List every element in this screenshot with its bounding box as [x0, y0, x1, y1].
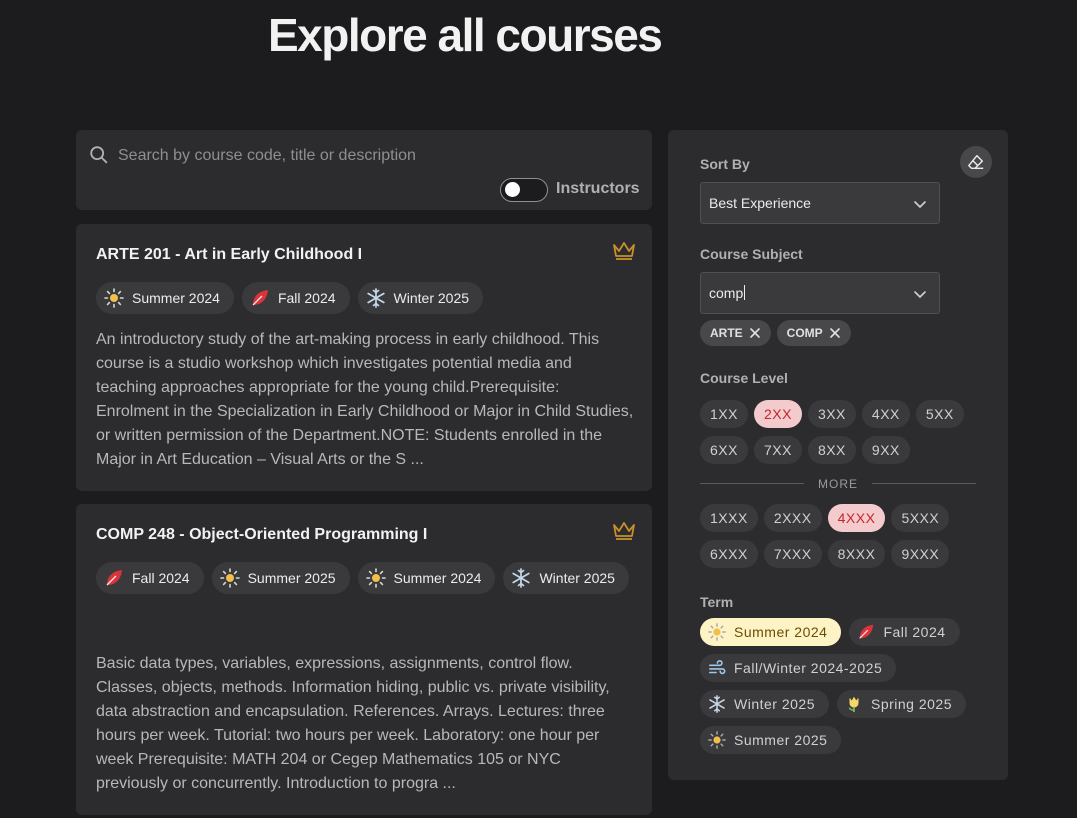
- clear-filters-button[interactable]: [960, 146, 992, 178]
- leaf-icon: [859, 624, 874, 639]
- course-subject-input[interactable]: comp: [709, 285, 746, 301]
- term-chip-label: Summer 2025: [247, 570, 336, 586]
- instructors-toggle[interactable]: [500, 178, 548, 202]
- wind-icon: [708, 660, 726, 675]
- term-chip: Fall 2024: [96, 562, 204, 594]
- term-filter-winter-2025[interactable]: Winter 2025: [700, 690, 829, 718]
- level-pill-1xxx[interactable]: 1XXX: [700, 504, 758, 532]
- more-label: MORE: [818, 477, 858, 491]
- divider-line: [872, 483, 976, 484]
- term-filter-fall-2024[interactable]: Fall 2024: [849, 618, 960, 646]
- term-chip: Summer 2024: [357, 562, 496, 594]
- subject-tag-label: ARTE: [710, 326, 743, 340]
- subject-tag-label: COMP: [786, 326, 823, 340]
- term-chip: Summer 2024: [96, 282, 234, 314]
- leaf-icon: [106, 570, 122, 586]
- sort-by-label: Sort By: [700, 156, 750, 172]
- snowflake-icon: [512, 568, 531, 588]
- course-level-grid: 1XX 2XX 3XX 4XX 5XX 6XX 7XX 8XX 9XX: [700, 400, 970, 464]
- term-filter-fall-winter-2024-2025[interactable]: Fall/Winter 2024-2025: [700, 654, 897, 682]
- term-chip-label: Summer 2024: [132, 290, 220, 306]
- term-filter-label: Fall 2024: [883, 624, 946, 640]
- course-title[interactable]: COMP 248 - Object-Oriented Programming I: [96, 526, 427, 544]
- search-icon: [90, 146, 108, 164]
- eraser-icon: [968, 154, 984, 170]
- term-filter-label: Winter 2025: [734, 696, 815, 712]
- tulip-icon: [848, 696, 859, 713]
- sun-icon: [104, 288, 124, 308]
- sun-icon: [365, 568, 386, 588]
- term-filter-summer-2024[interactable]: Summer 2024: [700, 618, 842, 646]
- more-level-grid: 1XXX 2XXX 4XXX 5XXX 6XXX 7XXX 8XXX 9XXX: [700, 504, 970, 568]
- chevron-down-icon: [914, 201, 926, 208]
- level-pill-3xx[interactable]: 3XX: [807, 400, 856, 428]
- level-pill-9xxx[interactable]: 9XXX: [891, 540, 950, 568]
- course-subject-select[interactable]: comp: [700, 272, 940, 314]
- sort-by-value: Best Experience: [709, 195, 811, 211]
- subject-tag: ARTE: [700, 320, 771, 346]
- sort-by-select[interactable]: Best Experience: [700, 182, 940, 224]
- level-pill-7xxx[interactable]: 7XXX: [763, 540, 822, 568]
- course-card[interactable]: ARTE 201 - Art in Early Childhood I Summ…: [76, 224, 652, 491]
- level-pill-7xx[interactable]: 7XX: [753, 436, 802, 464]
- course-card[interactable]: COMP 248 - Object-Oriented Programming I…: [76, 504, 652, 815]
- term-chip: Winter 2025: [503, 562, 629, 594]
- close-icon[interactable]: [829, 327, 841, 339]
- term-filter-grid: Summer 2024 Fall 2024 Fall/Winter 2024-202…: [700, 618, 1000, 754]
- leaf-icon: [252, 290, 268, 306]
- term-chip-row: Fall 2024 Summer 2025 Summer 2024 Winter…: [96, 562, 636, 594]
- level-pill-4xxx[interactable]: 4XXX: [827, 504, 886, 532]
- term-chip-label: Fall 2024: [277, 290, 336, 306]
- close-icon[interactable]: [749, 327, 761, 339]
- search-panel: Instructors: [76, 130, 652, 210]
- level-pill-1xx[interactable]: 1XX: [700, 400, 748, 428]
- term-chip-label: Winter 2025: [539, 570, 615, 586]
- term-filter-summer-2025[interactable]: Summer 2025: [700, 726, 842, 754]
- filter-panel: Sort By Best Experience Course Subject c…: [668, 130, 1008, 780]
- sun-icon: [219, 568, 240, 588]
- level-pill-9xx[interactable]: 9XX: [861, 436, 910, 464]
- level-pill-5xxx[interactable]: 5XXX: [891, 504, 950, 532]
- chevron-down-icon: [914, 291, 926, 298]
- course-subject-label: Course Subject: [700, 246, 803, 262]
- level-pill-2xxx[interactable]: 2XXX: [763, 504, 822, 532]
- crown-icon: [613, 242, 635, 260]
- level-pill-6xx[interactable]: 6XX: [700, 436, 748, 464]
- course-level-label: Course Level: [700, 370, 788, 386]
- term-chip: Summer 2025: [211, 562, 350, 594]
- subject-tag-row: ARTE COMP: [700, 320, 851, 346]
- toggle-knob: [505, 182, 520, 197]
- search-input[interactable]: [116, 142, 620, 170]
- more-divider: MORE: [700, 474, 976, 494]
- level-pill-5xx[interactable]: 5XX: [915, 400, 964, 428]
- course-description: An introductory study of the art-making …: [96, 331, 634, 468]
- term-chip: Fall 2024: [241, 282, 350, 314]
- page-title: Explore all courses: [268, 9, 663, 61]
- term-filter-label: Fall/Winter 2024-2025: [734, 660, 883, 676]
- sun-icon: [708, 623, 726, 641]
- snowflake-icon: [709, 695, 725, 713]
- course-description: Basic data types, variables, expressions…: [96, 655, 610, 792]
- level-pill-8xx[interactable]: 8XX: [807, 436, 856, 464]
- term-chip: Winter 2025: [357, 282, 484, 314]
- term-filter-label: Spring 2025: [870, 696, 952, 712]
- term-filter-label: Summer 2024: [734, 624, 828, 640]
- instructors-toggle-label: Instructors: [556, 180, 640, 197]
- term-filter-spring-2025[interactable]: Spring 2025: [836, 690, 966, 718]
- level-pill-2xx[interactable]: 2XX: [753, 400, 802, 428]
- sun-icon: [708, 731, 726, 749]
- term-chip-row: Summer 2024 Fall 2024 Winter 2025: [96, 282, 636, 314]
- crown-icon: [613, 522, 635, 540]
- subject-tag: COMP: [776, 320, 851, 346]
- level-pill-6xxx[interactable]: 6XXX: [700, 540, 758, 568]
- term-chip-label: Winter 2025: [393, 290, 470, 306]
- snowflake-icon: [366, 288, 385, 308]
- term-label: Term: [700, 594, 734, 610]
- level-pill-8xxx[interactable]: 8XXX: [827, 540, 886, 568]
- term-filter-label: Summer 2025: [734, 732, 828, 748]
- term-chip-label: Fall 2024: [132, 570, 190, 586]
- course-title[interactable]: ARTE 201 - Art in Early Childhood I: [96, 246, 362, 264]
- term-chip-label: Summer 2024: [393, 570, 482, 586]
- level-pill-4xx[interactable]: 4XX: [861, 400, 910, 428]
